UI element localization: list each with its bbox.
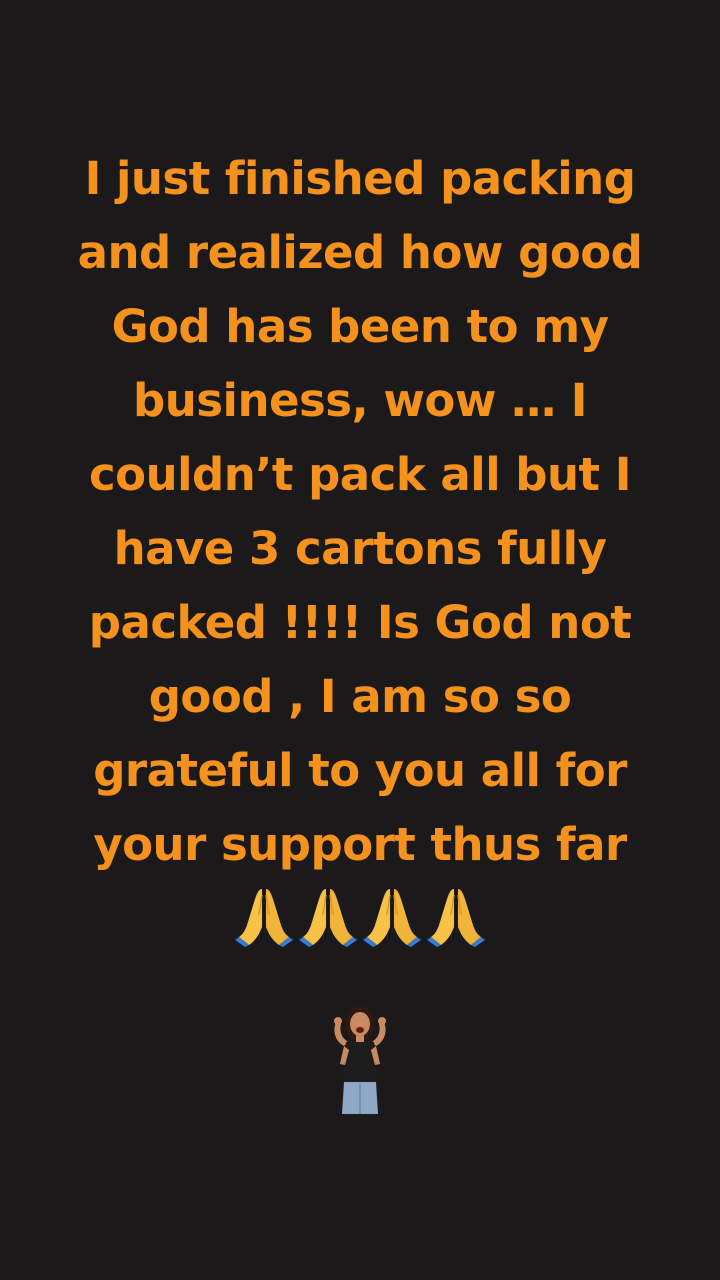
folded-hands-icon xyxy=(235,889,293,947)
story-canvas: I just finished packing and realized how… xyxy=(0,0,720,1280)
story-line: and realized how good xyxy=(77,226,643,279)
emoji-row xyxy=(0,885,720,949)
folded-hands-icon xyxy=(299,889,357,947)
folded-hands-icon xyxy=(363,889,421,947)
story-line: couldn’t pack all but I xyxy=(89,448,631,501)
excited-woman-sticker[interactable] xyxy=(318,1002,402,1114)
story-line: I just finished packing xyxy=(84,152,636,205)
story-message: I just finished packing and realized how… xyxy=(40,142,680,882)
story-line: your support thus far xyxy=(93,818,627,871)
story-line: packed !!!! Is God not xyxy=(88,596,632,649)
story-line: business, wow … I xyxy=(133,374,587,427)
folded-hands-icon xyxy=(427,889,485,947)
story-line: grateful to you all for xyxy=(93,744,627,797)
story-line: have 3 cartons fully xyxy=(113,522,607,575)
story-line: good , I am so so xyxy=(148,670,572,723)
story-line: God has been to my xyxy=(111,300,609,353)
